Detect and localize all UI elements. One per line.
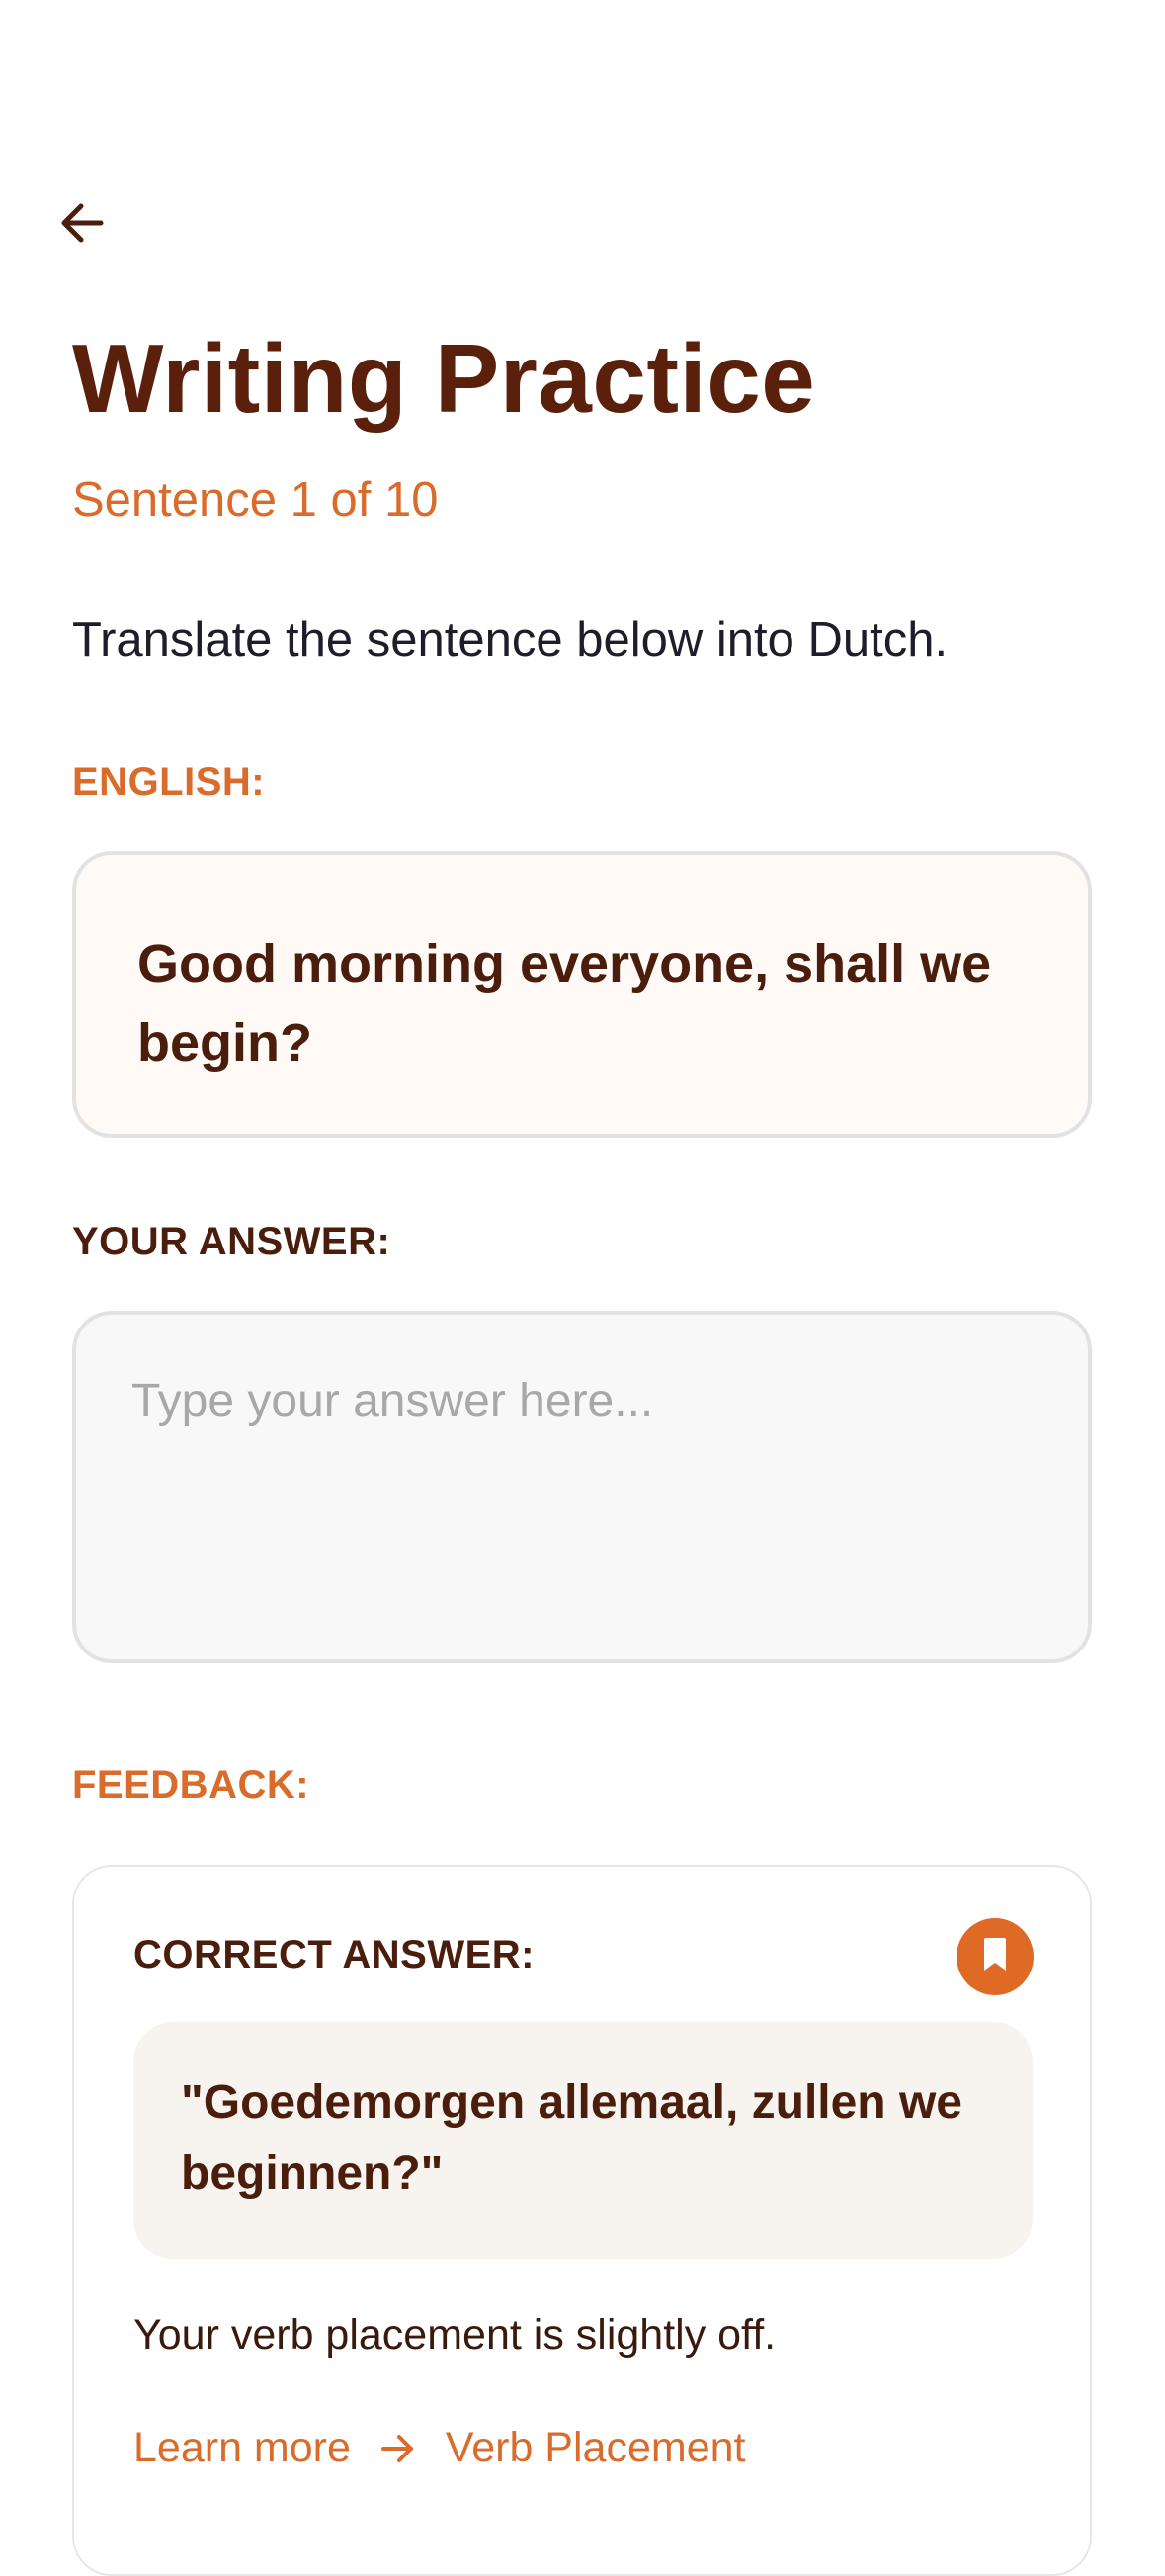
instruction-text: Translate the sentence below into Dutch.: [72, 613, 949, 667]
feedback-card: CORRECT ANSWER: "Goedemorgen allemaal, z…: [72, 1865, 1092, 2576]
verb-placement-link[interactable]: Verb Placement: [446, 2424, 746, 2472]
english-sentence: Good morning everyone, shall we begin?: [137, 934, 992, 1073]
learn-more-row: Learn more Verb Placement: [133, 2424, 745, 2472]
correct-answer-label: CORRECT ANSWER:: [133, 1933, 535, 1976]
feedback-message: Your verb placement is slightly off.: [133, 2311, 777, 2359]
bookmark-icon: [980, 1937, 1010, 1977]
learn-more-link[interactable]: Learn more: [133, 2424, 351, 2472]
answer-input[interactable]: [72, 1311, 1092, 1663]
correct-answer-box: "Goedemorgen allemaal, zullen we beginne…: [133, 2022, 1033, 2259]
your-answer-label: YOUR ANSWER:: [72, 1220, 391, 1263]
sentence-progress: Sentence 1 of 10: [72, 473, 439, 526]
back-button[interactable]: [51, 194, 115, 257]
correct-answer-text: "Goedemorgen allemaal, zullen we beginne…: [181, 2076, 962, 2200]
feedback-label: FEEDBACK:: [72, 1763, 310, 1807]
english-sentence-card: Good morning everyone, shall we begin?: [72, 851, 1092, 1138]
page-title: Writing Practice: [72, 324, 816, 433]
arrow-right-icon: [378, 2429, 418, 2468]
english-label: ENGLISH:: [72, 761, 266, 804]
writing-practice-screen: Writing Practice Sentence 1 of 10 Transl…: [0, 0, 1165, 2576]
bookmark-button[interactable]: [957, 1918, 1034, 1995]
arrow-left-icon: [55, 196, 111, 256]
